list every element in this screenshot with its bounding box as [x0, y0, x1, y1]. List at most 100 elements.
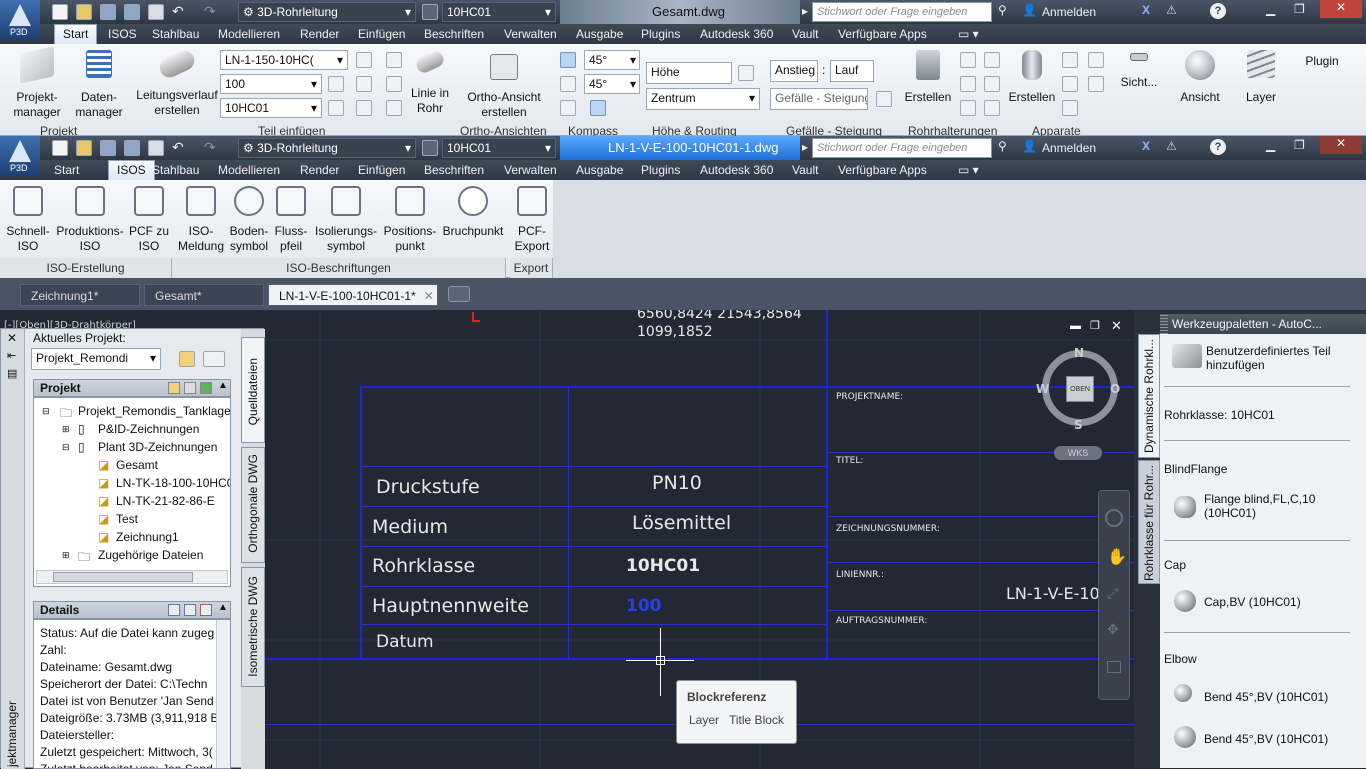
- pipespec-select[interactable]: 10HC01 ▾: [442, 2, 556, 22]
- new-tab-icon[interactable]: [448, 286, 470, 302]
- redo-icon[interactable]: ↷: [204, 139, 216, 156]
- erstellen-apparat-button[interactable]: Erstellen: [1008, 50, 1056, 105]
- print-icon[interactable]: [148, 4, 164, 20]
- lauf-input[interactable]: Lauf: [830, 60, 874, 82]
- tab-start[interactable]: Start: [54, 24, 98, 44]
- hoehe-input[interactable]: Höhe: [646, 62, 732, 84]
- tab-einfügen[interactable]: Einfügen: [358, 163, 405, 177]
- ansicht-button[interactable]: Ansicht: [1174, 50, 1226, 105]
- compass-toggle-icon[interactable]: [560, 52, 576, 68]
- add-custom-part[interactable]: Benutzerdefiniertes Teil hinzufügen: [1206, 344, 1331, 372]
- tab-modellieren[interactable]: Modellieren: [218, 27, 280, 41]
- details-vscrollbar[interactable]: [216, 620, 230, 768]
- project-settings-icon[interactable]: [179, 351, 195, 367]
- search-input[interactable]: Stichwort oder Frage eingeben: [812, 2, 992, 22]
- projektmanager-button[interactable]: Projekt- manager: [12, 46, 62, 120]
- vp-minimize-icon[interactable]: ▬: [1070, 320, 1081, 332]
- support-attach-icon[interactable]: [984, 76, 1000, 92]
- tab-verwalten[interactable]: Verwalten: [504, 27, 557, 41]
- tab-isos[interactable]: ISOS: [108, 27, 137, 41]
- workspace-select[interactable]: ⚙ 3D-Rohrleitung ▾: [238, 2, 416, 22]
- elbow-icon[interactable]: [386, 100, 402, 116]
- positionspunkt-button[interactable]: Positions- punkt: [380, 186, 440, 254]
- search-arrow-icon[interactable]: ▸: [802, 140, 808, 154]
- equip-copy-icon[interactable]: [1088, 76, 1104, 92]
- pcf-zu-iso-button[interactable]: PCF zu ISO: [126, 186, 172, 254]
- details-collapse-icon[interactable]: ▲: [218, 602, 228, 613]
- exchange-icon[interactable]: X: [1142, 139, 1150, 153]
- print-icon[interactable]: [148, 140, 164, 156]
- linie-in-rohr-button[interactable]: Linie in Rohr: [406, 48, 454, 116]
- tab-verfügbare-apps[interactable]: Verfügbare Apps: [838, 27, 927, 41]
- new-icon[interactable]: [52, 4, 68, 20]
- tree-item-test[interactable]: Test: [116, 512, 138, 526]
- vp-restore-icon[interactable]: ❐: [1090, 319, 1100, 332]
- iso-meldung-button[interactable]: ISO- Meldung: [176, 186, 226, 254]
- palette-autohide-icon[interactable]: ⇤: [7, 349, 16, 362]
- tab-start[interactable]: Start: [54, 163, 79, 177]
- bodensymbol-button[interactable]: Boden- symbol: [228, 186, 270, 254]
- tab-ausgabe[interactable]: Ausgabe: [576, 27, 623, 41]
- equip-edit-icon[interactable]: [1062, 76, 1078, 92]
- close-icon[interactable]: ✕: [1320, 136, 1362, 154]
- vp-close-icon[interactable]: ✕: [1111, 318, 1122, 334]
- compass-circle-icon[interactable]: [590, 100, 606, 116]
- tab-isos[interactable]: ISOS: [108, 160, 155, 180]
- tab-einfügen[interactable]: Einfügen: [358, 27, 405, 41]
- compass-lock-icon[interactable]: [560, 100, 576, 116]
- steering-wheel-icon[interactable]: [1105, 509, 1123, 527]
- tab-autodesk-360[interactable]: Autodesk 360: [700, 27, 773, 41]
- doc-tab-3[interactable]: LN-1-V-E-100-10HC01-1* ✕: [268, 284, 438, 306]
- support-edit-icon[interactable]: [960, 52, 976, 68]
- ortho-ansicht-button[interactable]: Ortho-Ansicht erstellen: [462, 54, 546, 120]
- nozzle-icon[interactable]: [1062, 52, 1078, 68]
- item-flange-blind[interactable]: Flange blind,FL,C,10 (10HC01): [1204, 492, 1315, 520]
- tree-expander-icon[interactable]: ⊟: [62, 442, 70, 453]
- new-icon[interactable]: [52, 140, 68, 156]
- insert-icon[interactable]: [328, 100, 344, 116]
- layer-button[interactable]: Layer: [1236, 50, 1286, 105]
- details-preview-icon[interactable]: [184, 604, 196, 616]
- erstellen-rohrhalterung-button[interactable]: Erstellen: [902, 50, 954, 105]
- tree-expander-icon[interactable]: ⊞: [62, 550, 70, 561]
- palette-properties-icon[interactable]: ▤: [7, 367, 17, 380]
- support-rotate-icon[interactable]: [960, 100, 976, 116]
- catalog-icon[interactable]: [386, 52, 402, 68]
- tree-item-zeichnung1[interactable]: Zeichnung1: [116, 530, 179, 544]
- tree-item-plant3d[interactable]: Plant 3D-Zeichnungen: [98, 440, 217, 454]
- projekt-refresh-icon[interactable]: [200, 382, 212, 394]
- tab-render[interactable]: Render: [300, 163, 339, 177]
- isolierungssymbol-button[interactable]: Isolierungs- symbol: [312, 186, 380, 254]
- schnell-iso-button[interactable]: Schnell- ISO: [4, 186, 52, 254]
- app-logo-2[interactable]: P3D: [0, 136, 40, 176]
- doc-tab-1[interactable]: Zeichnung1*: [20, 284, 140, 306]
- search-arrow-icon[interactable]: ▸: [802, 4, 808, 18]
- user-icon[interactable]: 👤: [1022, 3, 1037, 17]
- user-icon[interactable]: 👤: [1022, 139, 1037, 153]
- details-view-icon[interactable]: [168, 604, 180, 616]
- tab-ausgabe[interactable]: Ausgabe: [576, 163, 623, 177]
- undo-icon[interactable]: ↶: [172, 3, 184, 20]
- signin-label[interactable]: Anmelden: [1042, 141, 1096, 155]
- tab-plugins[interactable]: Plugins: [641, 163, 680, 177]
- pipespec-icon[interactable]: [422, 140, 438, 156]
- app-logo[interactable]: P3D: [0, 0, 40, 40]
- minimize-icon[interactable]: ▁: [1266, 2, 1275, 16]
- palette-close-icon[interactable]: ✕: [7, 331, 17, 345]
- datenmanager-button[interactable]: Daten- manager: [72, 50, 126, 120]
- exchange-icon[interactable]: X: [1142, 3, 1150, 17]
- help-icon[interactable]: ?: [1210, 139, 1226, 155]
- project-tools-icon[interactable]: [203, 351, 225, 367]
- open-icon[interactable]: [76, 140, 92, 156]
- save-icon[interactable]: [100, 140, 116, 156]
- redo-icon[interactable]: ↷: [204, 3, 216, 20]
- plugin-panel[interactable]: Plugin: [1298, 54, 1346, 69]
- close-icon[interactable]: ✕: [1320, 0, 1362, 18]
- flusspfeil-button[interactable]: Fluss- pfeil: [272, 186, 310, 254]
- tree-item-ln-tk-21[interactable]: LN-TK-21-82-86-E: [116, 494, 215, 508]
- produktions-iso-button[interactable]: Produktions- ISO: [54, 186, 126, 254]
- spec-select[interactable]: 10HC01 ▾: [220, 98, 322, 118]
- viewcube-top[interactable]: OBEN: [1066, 376, 1094, 402]
- equip-attach-icon[interactable]: [1062, 100, 1078, 116]
- leitungsverlauf-button[interactable]: Leitungsverlauf erstellen: [132, 47, 222, 118]
